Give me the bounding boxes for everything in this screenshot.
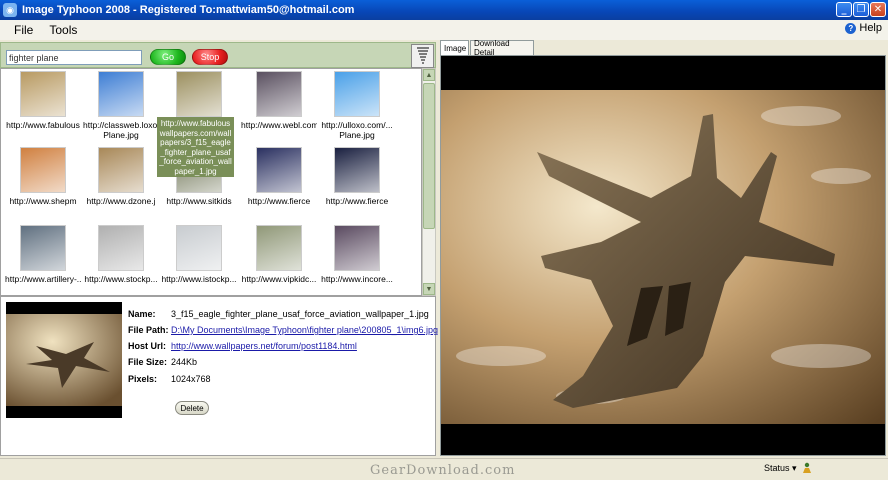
thumbnail-image[interactable] (98, 147, 144, 193)
filesize-label: File Size: (128, 357, 168, 367)
status-person-icon (802, 462, 811, 473)
maximize-button[interactable]: ❐ (853, 2, 869, 17)
close-button[interactable]: ✕ (870, 2, 886, 17)
menu-bar: File Tools (0, 20, 888, 40)
window-title: Image Typhoon 2008 - Registered To:mattw… (22, 4, 355, 16)
help-label: Help (859, 22, 882, 34)
image-viewer (440, 55, 886, 456)
thumbnail-image[interactable] (334, 147, 380, 193)
thumbnail-image[interactable] (256, 225, 302, 271)
name-label: Name: (128, 309, 156, 319)
title-bar[interactable]: ◉ Image Typhoon 2008 - Registered To:mat… (0, 0, 888, 20)
status-bar: GearDownload.com Status ▾ (0, 458, 888, 480)
status-button[interactable]: Status ▾ (764, 462, 813, 474)
status-label: Status ▾ (764, 462, 797, 473)
thumbnail-caption: http://classweb.loxo. (83, 120, 159, 130)
thumbnail-caption: http://www.fierce (247, 196, 311, 206)
thumbnail-caption: http://www.artillery-... (5, 274, 81, 284)
thumbnail-item[interactable]: http://www.stockp... (83, 225, 159, 284)
tab-download-detail[interactable]: Download Detail (470, 39, 534, 57)
filesize-value: 244Kb (171, 357, 198, 367)
thumbnail-item[interactable]: http://www.vipkidc... (241, 225, 317, 284)
pixels-value: 1024x768 (171, 374, 211, 384)
thumbnail-caption: http://www.shepm (9, 196, 77, 206)
pixels-label: Pixels: (128, 374, 158, 384)
thumbnail-image[interactable] (256, 147, 302, 193)
thumbnail-image[interactable] (176, 225, 222, 271)
menu-tools[interactable]: Tools (41, 23, 85, 37)
thumbnail-caption: http://www.incore... (321, 274, 393, 284)
hosturl-label: Host Url: (128, 341, 166, 351)
detail-preview-image (6, 302, 122, 418)
thumbnail-item[interactable]: http://www.fabulous (5, 71, 81, 130)
tab-image[interactable]: Image (440, 40, 469, 55)
app-icon: ◉ (3, 3, 17, 17)
thumbnail-image[interactable] (176, 71, 222, 117)
thumbnail-item[interactable]: http://www.webl.com (241, 71, 317, 130)
search-input[interactable] (6, 50, 142, 65)
thumbnail-caption: http://www.fabulous (6, 120, 80, 130)
thumbnail-image[interactable] (334, 225, 380, 271)
thumbnail-item[interactable]: http://www.dzone.j (83, 147, 159, 206)
thumbnail-caption: http://www.istockp... (161, 274, 237, 284)
thumbnail-caption: http://www.fierce (325, 196, 389, 206)
thumbnail-item[interactable]: http://www.shepm (5, 147, 81, 206)
go-button[interactable]: Go (150, 49, 186, 65)
search-bar: Go Stop (0, 42, 436, 68)
thumbnail-item[interactable]: http://www.fierce (241, 147, 317, 206)
thumbnail-caption: http://www.vipkidc... (241, 274, 317, 284)
menu-file[interactable]: File (6, 23, 41, 37)
thumbnail-image[interactable] (98, 71, 144, 117)
detail-panel: Name: 3_f15_eagle_fighter_plane_usaf_for… (0, 296, 438, 456)
thumbnail-grid: http://www.fabulous http://classweb.loxo.… (0, 68, 422, 296)
fighter-jet-image (441, 90, 885, 424)
selected-thumbnail-url[interactable]: http://www.fabulouswallpapers.com/wallpa… (157, 117, 234, 177)
thumbnail-image[interactable] (20, 225, 66, 271)
delete-button[interactable]: Delete (175, 401, 209, 415)
help-button[interactable]: ? Help (845, 22, 882, 34)
thumbnail-caption: Plane.jpg (103, 130, 139, 140)
thumbnail-item[interactable]: http://ulloxo.com/... Plane.jpg (319, 71, 395, 140)
thumbnail-item[interactable]: http://www.fierce (319, 147, 395, 206)
app-window: ◉ Image Typhoon 2008 - Registered To:mat… (0, 0, 888, 480)
thumbnail-caption: http://www.dzone.j (86, 196, 156, 206)
thumbnail-caption: http://ulloxo.com/... (321, 120, 393, 130)
minimize-button[interactable]: _ (836, 2, 852, 17)
filepath-label: File Path: (128, 325, 169, 335)
stop-button[interactable]: Stop (192, 49, 228, 65)
thumbnail-item[interactable]: http://www.artillery-... (5, 225, 81, 284)
viewer-tabs: Image Download Detail (440, 39, 888, 57)
thumbnail-image[interactable] (334, 71, 380, 117)
thumbnail-item[interactable] (161, 71, 237, 117)
thumbnail-image[interactable] (98, 225, 144, 271)
name-value: 3_f15_eagle_fighter_plane_usaf_force_avi… (171, 309, 429, 319)
scroll-up-arrow-icon[interactable]: ▲ (423, 69, 435, 81)
scroll-thumb[interactable] (423, 83, 435, 229)
scroll-down-arrow-icon[interactable]: ▼ (423, 283, 435, 295)
thumbnail-item[interactable]: http://www.istockp... (161, 225, 237, 284)
thumbnail-caption: http://www.sitkids (166, 196, 232, 206)
thumbnail-caption: http://www.stockp... (84, 274, 158, 284)
thumbnail-image[interactable] (20, 71, 66, 117)
help-icon: ? (845, 22, 857, 34)
hosturl-link[interactable]: http://www.wallpapers.net/forum/post1184… (171, 341, 357, 351)
thumbnail-caption: Plane.jpg (339, 130, 375, 140)
watermark: GearDownload.com (370, 463, 516, 478)
thumbnail-image[interactable] (256, 71, 302, 117)
thumbnail-image[interactable] (20, 147, 66, 193)
thumbnail-item[interactable]: http://www.incore... (319, 225, 395, 284)
thumbnail-caption: http://www.webl.com (241, 120, 317, 130)
thumbnail-item[interactable]: http://classweb.loxo. Plane.jpg (83, 71, 159, 140)
thumbnail-scrollbar[interactable]: ▲ ▼ (422, 68, 436, 296)
tornado-icon (411, 44, 434, 68)
filepath-link[interactable]: D:\My Documents\Image Typhoon\fighter pl… (171, 325, 438, 335)
